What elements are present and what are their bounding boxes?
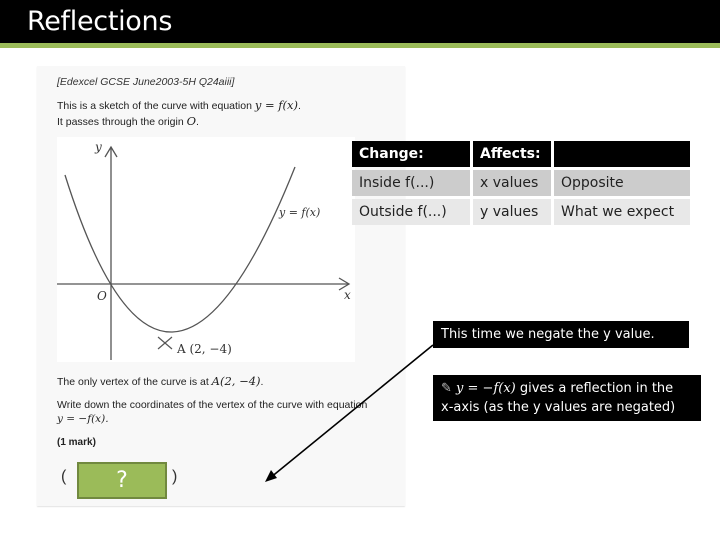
table-row: Inside f(...) x values Opposite xyxy=(352,170,690,196)
vertex-label: A (2, −4) xyxy=(176,342,232,356)
answer-close-paren: ) xyxy=(172,468,178,485)
intro-equation: y = f(x) xyxy=(254,98,299,112)
cell-change: Inside f(...) xyxy=(352,170,470,196)
curve-label: y = f(x) xyxy=(278,206,320,219)
parabola-curve xyxy=(64,166,296,333)
question-intro: This is a sketch of the curve with equat… xyxy=(57,98,301,112)
pencil-icon: ✎ xyxy=(441,381,452,396)
intro-text: This is a sketch of the curve with equat… xyxy=(57,100,255,112)
origin-var: O xyxy=(186,114,197,128)
header-blank xyxy=(554,141,690,167)
rule-text-1: gives a reflection in the xyxy=(515,381,674,396)
slide-title-bar: Reflections xyxy=(0,0,720,43)
answer-open-paren: ( xyxy=(61,468,67,485)
x-axis-label: x xyxy=(344,288,351,302)
y-axis-label: y xyxy=(94,140,102,154)
cell-effect: Opposite xyxy=(554,170,690,196)
question-intro-origin: It passes through the origin O. xyxy=(57,114,199,128)
answer-reveal-box[interactable]: ? xyxy=(77,462,167,499)
task-line-1: Write down the coordinates of the vertex… xyxy=(57,399,368,411)
cell-effect: What we expect xyxy=(554,199,690,225)
origin-label: O xyxy=(97,289,107,303)
header-affects: Affects: xyxy=(473,141,551,167)
rule-text-2: x-axis (as the y values are negated) xyxy=(441,400,676,415)
cell-change: Outside f(...) xyxy=(352,199,470,225)
question-panel: [Edexcel GCSE June2003-5H Q24aiii] This … xyxy=(37,66,405,506)
cell-affects: y values xyxy=(473,199,551,225)
header-change: Change: xyxy=(352,141,470,167)
vertex-point: A(2, −4) xyxy=(211,374,261,388)
hint-note: This time we negate the y value. xyxy=(433,321,689,348)
marks-label: (1 mark) xyxy=(57,437,96,448)
transformation-rules-table: Change: Affects: Inside f(...) x values … xyxy=(349,138,693,228)
question-source: [Edexcel GCSE June2003-5H Q24aiii] xyxy=(57,76,235,88)
slide-title: Reflections xyxy=(27,6,173,37)
vertex-statement: The only vertex of the curve is at A(2, … xyxy=(57,374,264,388)
curve-graph: y x O y = f(x) A (2, −4) xyxy=(57,137,355,362)
rule-equation: y = −f(x) xyxy=(456,381,516,396)
cell-affects: x values xyxy=(473,170,551,196)
rule-note: ✎ y = −f(x) gives a reflection in the x-… xyxy=(433,375,701,421)
task-line-2: y = −f(x). xyxy=(57,413,109,425)
table-row: Outside f(...) y values What we expect xyxy=(352,199,690,225)
origin-text: It passes through the origin xyxy=(57,116,187,128)
title-accent-line xyxy=(0,43,720,48)
vertex-prefix: The only vertex of the curve is at xyxy=(57,376,212,388)
